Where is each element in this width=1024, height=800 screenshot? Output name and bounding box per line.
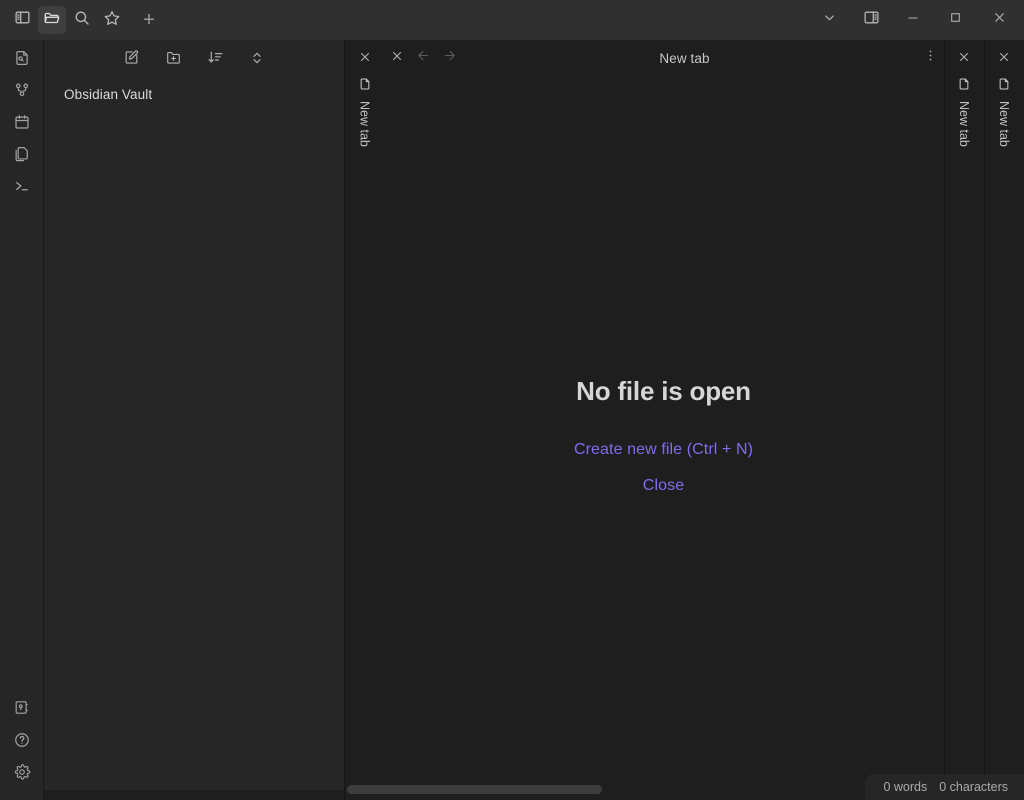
collapse-expand-button[interactable] <box>245 48 269 72</box>
sidebar-item-vault-switcher[interactable] <box>8 696 36 724</box>
stacked-tab-label: New tab <box>997 101 1011 147</box>
tab-more-options-button[interactable] <box>917 45 943 71</box>
calendar-icon <box>13 113 31 136</box>
arrow-right-icon <box>442 48 457 68</box>
stacked-tab-close-button[interactable] <box>354 48 376 70</box>
stacked-tab-close-button[interactable] <box>953 48 975 70</box>
window-maximize-button[interactable] <box>934 3 976 37</box>
toggle-right-sidebar-button[interactable] <box>850 3 892 37</box>
stacked-tab-right-1[interactable]: New tab <box>944 40 983 790</box>
titlebar: + <box>0 0 1024 40</box>
tab-header: New tab <box>384 40 943 76</box>
bookmarks-star-icon <box>103 9 121 32</box>
horizontal-scrollbar[interactable] <box>345 785 943 794</box>
vault-icon <box>13 699 30 721</box>
sidebar-item-settings[interactable] <box>8 760 36 788</box>
word-count[interactable]: 0 words <box>879 780 931 794</box>
stacked-tab-label: New tab <box>358 101 372 147</box>
copy-files-icon <box>13 145 31 168</box>
document-icon <box>993 73 1015 95</box>
rail-top-group <box>8 40 36 202</box>
arrow-left-icon <box>416 48 431 68</box>
create-new-file-link[interactable]: Create new file (Ctrl + N) <box>574 441 753 459</box>
more-vertical-icon <box>923 48 938 68</box>
toggle-right-sidebar-icon <box>863 9 880 31</box>
new-note-button[interactable] <box>119 48 143 72</box>
help-icon <box>13 731 31 754</box>
sidebar-item-file-search[interactable] <box>8 46 36 74</box>
titlebar-left-controls <box>0 6 126 34</box>
titlebar-tabstrip: + <box>126 6 808 34</box>
editor-empty-state: No file is open Create new file (Ctrl + … <box>384 76 943 790</box>
graph-icon <box>13 81 31 104</box>
new-folder-button[interactable] <box>161 48 185 72</box>
sidebar-item-calendar[interactable] <box>8 110 36 138</box>
stacked-tab-left[interactable]: New tab <box>345 40 384 790</box>
stacked-tab-label: New tab <box>957 101 971 147</box>
search-button[interactable] <box>68 6 96 34</box>
sidebar-item-graph-view[interactable] <box>8 78 36 106</box>
navigate-forward-button[interactable] <box>436 45 462 71</box>
document-icon <box>354 73 376 95</box>
chevrons-up-down-icon <box>249 50 265 71</box>
new-folder-icon <box>165 49 182 71</box>
toggle-left-sidebar-icon <box>14 9 31 31</box>
window-close-icon <box>992 10 1007 30</box>
close-icon <box>390 49 404 68</box>
toggle-left-sidebar-button[interactable] <box>8 6 36 34</box>
character-count[interactable]: 0 characters <box>935 780 1012 794</box>
close-icon <box>358 50 372 69</box>
window-close-button[interactable] <box>976 3 1022 37</box>
window-controls <box>808 3 1024 37</box>
empty-state-title: No file is open <box>576 376 751 407</box>
file-search-icon <box>13 49 31 72</box>
window-minimize-icon <box>906 11 920 30</box>
left-icon-rail <box>0 40 44 800</box>
document-icon <box>953 73 975 95</box>
gear-icon <box>13 763 31 786</box>
file-explorer-toolbar <box>44 40 344 76</box>
workspace: New tab <box>344 40 1024 800</box>
new-tab-button[interactable]: + <box>134 6 164 34</box>
tab-title: New tab <box>462 51 917 66</box>
tab-close-button[interactable] <box>384 45 410 71</box>
status-bar: 0 words 0 characters <box>865 774 1024 800</box>
sidebar-item-copy-files[interactable] <box>8 142 36 170</box>
close-icon <box>997 50 1011 69</box>
terminal-icon <box>13 177 31 200</box>
window-maximize-icon <box>949 11 962 29</box>
window-minimize-button[interactable] <box>892 3 934 37</box>
stacked-tab-right-2[interactable]: New tab <box>984 40 1023 790</box>
files-tab-button[interactable] <box>38 6 66 34</box>
rail-bottom-group <box>8 696 36 800</box>
stacked-tab-close-button[interactable] <box>993 48 1015 70</box>
search-icon <box>73 9 91 32</box>
change-sort-order-button[interactable] <box>203 48 227 72</box>
close-icon <box>957 50 971 69</box>
sidebar-item-help[interactable] <box>8 728 36 756</box>
vault-root-item[interactable]: Obsidian Vault <box>44 84 344 105</box>
more-options-button[interactable] <box>808 3 850 37</box>
navigate-back-button[interactable] <box>410 45 436 71</box>
horizontal-scrollbar-thumb[interactable] <box>347 785 602 794</box>
obsidian-window: + <box>0 0 1024 800</box>
file-explorer-tree: Obsidian Vault <box>44 76 344 790</box>
folder-icon <box>43 9 61 32</box>
sort-descending-icon <box>207 49 224 71</box>
file-explorer-panel: Obsidian Vault <box>44 40 344 790</box>
bookmarks-button[interactable] <box>98 6 126 34</box>
chevron-down-icon <box>822 10 837 30</box>
new-note-pencil-icon <box>123 49 140 71</box>
sidebar-item-terminal[interactable] <box>8 174 36 202</box>
close-pane-link[interactable]: Close <box>643 477 684 495</box>
